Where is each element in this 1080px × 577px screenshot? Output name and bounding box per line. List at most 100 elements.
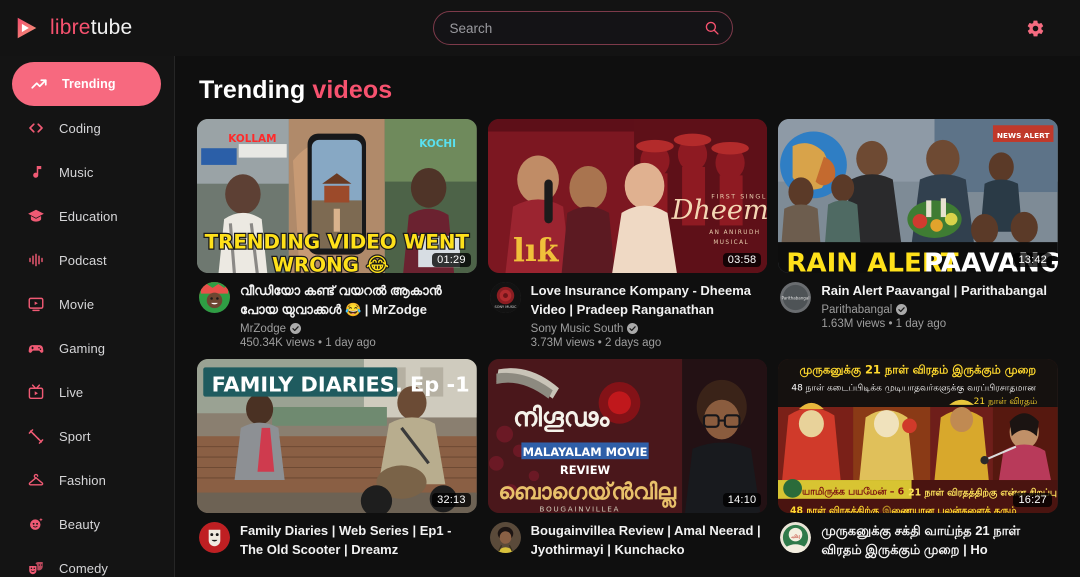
video-card[interactable]: யாமிருக்க பயமேன் – 6 முருகனுக்கு 21 நாள்…	[778, 358, 1058, 565]
video-title[interactable]: വീഡിയോ കണ്ട് വയറൽ ആകാൻ പോയ യുവാക്കൾ 😂 | …	[240, 282, 475, 320]
svg-text:முருகனுக்கு 21 நாள் விரதம் இரு: முருகனுக்கு 21 நாள் விரதம் இருக்கும் முற…	[800, 362, 1037, 378]
header-center	[175, 11, 990, 45]
sidebar-item-coding[interactable]: Coding	[9, 106, 165, 150]
svg-text:MALAYALAM MOVIE: MALAYALAM MOVIE	[522, 445, 647, 459]
brand-logo-area[interactable]: libretube	[0, 15, 175, 41]
channel-row[interactable]: MrZodge	[240, 323, 475, 335]
channel-name[interactable]: Parithabangal	[821, 304, 892, 316]
video-meta: Bougainvillea Review | Amal Neerad | Jyo…	[488, 513, 768, 565]
graduation-cap-icon	[27, 207, 45, 225]
video-card[interactable]: KOLLAM KOCHI TRENDING VIDEO WENT WRONG 😂…	[197, 119, 477, 349]
video-card[interactable]: നിഗൂഢം MALAYALAM MOVIE REVIEW ബൊഗെയ്ൻവില…	[487, 358, 768, 565]
channel-avatar[interactable]	[199, 521, 230, 553]
movie-screen-icon	[27, 295, 45, 313]
sidebar-item-label: Education	[59, 208, 118, 224]
sidebar-item-live[interactable]: Live	[9, 370, 165, 414]
sidebar-item-label: Gaming	[59, 340, 106, 356]
verified-badge-icon	[896, 304, 908, 316]
search-bar[interactable]	[432, 11, 733, 45]
thumbnail-image: നിഗൂഢം MALAYALAM MOVIE REVIEW ബൊഗെയ്ൻവില…	[487, 358, 768, 513]
video-text: முருகனுக்கு சக்தி வாய்ந்த 21 நாள் விரதம்…	[821, 522, 1056, 565]
video-text: Rain Alert Paavangal | Parithabangal Par…	[821, 282, 1056, 330]
video-title[interactable]: முருகனுக்கு சக்தி வாய்ந்த 21 நாள் விரதம்…	[821, 522, 1056, 560]
sidebar-item-movie[interactable]: Movie	[9, 282, 165, 326]
avatar-image	[199, 521, 230, 553]
channel-name[interactable]: MrZodge	[240, 323, 286, 335]
thumbnail-image: FAMILY DIARIES. Ep -1	[197, 358, 477, 513]
video-card[interactable]: FAMILY DIARIES. Ep -1 32:13 Family Diari…	[197, 358, 477, 565]
video-thumbnail[interactable]: யாமிருக்க பயமேன் – 6 முருகனுக்கு 21 நாள்…	[778, 358, 1058, 513]
channel-avatar[interactable]: Parithabangal	[780, 282, 812, 313]
svg-text:lıƙ: lıƙ	[513, 233, 560, 269]
verified-badge-icon	[627, 323, 639, 335]
video-title[interactable]: Family Diaries | Web Series | Ep1 - The …	[240, 522, 475, 560]
video-stats: 1.63M views • 1 day ago	[821, 317, 947, 330]
video-title[interactable]: Rain Alert Paavangal | Parithabangal	[821, 282, 1056, 301]
svg-text:யாமிருக்க பயமேன் – 6: யாமிருக்க பயமேன் – 6	[802, 486, 905, 497]
channel-avatar[interactable]	[199, 282, 230, 313]
channel-row[interactable]: Parithabangal	[821, 304, 1056, 316]
channel-name[interactable]: Sony Music South	[531, 323, 624, 335]
dumbbell-icon	[27, 427, 45, 445]
thumbnail-image: lıƙ Dheema FIRST SINGLE AN ANIRUDH MUSIC…	[487, 119, 768, 273]
video-thumbnail[interactable]: NEWS ALERT RAIN ALERT PAAVA 13:42	[778, 119, 1058, 273]
video-stats: 450.34K views • 1 day ago	[240, 336, 376, 349]
video-uploaded: 1 day ago	[325, 336, 376, 349]
avatar-image	[199, 282, 230, 313]
video-thumbnail[interactable]: FAMILY DIARIES. Ep -1 32:13	[197, 358, 477, 513]
svg-text:21 நாள் விரதம்: 21 நாள் விரதம்	[974, 397, 1038, 407]
svg-text:FIRST SINGLE: FIRST SINGLE	[711, 193, 767, 200]
video-grid: KOLLAM KOCHI TRENDING VIDEO WENT WRONG 😂…	[197, 119, 1058, 564]
avatar-image: SONY MUSIC	[489, 282, 521, 313]
svg-text:KOCHI: KOCHI	[419, 138, 456, 150]
sidebar-item-education[interactable]: Education	[9, 194, 165, 238]
video-meta: அ முருகனுக்கு சக்தி வாய்ந்த 21 நாள் விரத…	[778, 513, 1058, 565]
video-thumbnail[interactable]: KOLLAM KOCHI TRENDING VIDEO WENT WRONG 😂…	[197, 119, 477, 273]
video-text: Love Insurance Kompany - Dheema Video | …	[531, 282, 766, 349]
video-duration: 03:58	[722, 253, 762, 267]
avatar-image: Parithabangal	[780, 282, 812, 313]
sidebar-item-music[interactable]: Music	[9, 150, 165, 194]
sidebar-nav[interactable]: Trending Coding Music Education Podcast …	[0, 56, 175, 577]
search-input[interactable]	[449, 20, 704, 36]
sidebar-item-gaming[interactable]: Gaming	[9, 326, 165, 370]
gear-icon[interactable]	[1026, 19, 1045, 38]
channel-avatar[interactable]	[489, 521, 521, 553]
sidebar-item-podcast[interactable]: Podcast	[9, 238, 165, 282]
podcast-waveform-icon	[27, 251, 45, 269]
search-icon[interactable]	[704, 20, 720, 36]
thumbnail-image: KOLLAM KOCHI TRENDING VIDEO WENT WRONG 😂	[197, 119, 477, 273]
svg-text:TRENDING VIDEO WENT: TRENDING VIDEO WENT	[205, 230, 470, 253]
channel-row[interactable]: Sony Music South	[531, 323, 766, 335]
verified-badge-icon	[290, 323, 302, 335]
channel-avatar[interactable]: அ	[780, 521, 812, 553]
svg-text:NEWS ALERT: NEWS ALERT	[997, 131, 1050, 140]
video-duration: 13:42	[1013, 253, 1052, 267]
sidebar-item-sport[interactable]: Sport	[9, 414, 165, 458]
channel-avatar[interactable]: SONY MUSIC	[489, 282, 521, 313]
video-card[interactable]: lıƙ Dheema FIRST SINGLE AN ANIRUDH MUSIC…	[487, 119, 768, 349]
video-meta: വീഡിയോ കണ്ട് വയറൽ ആകാൻ പോയ യുവാക്കൾ 😂 | …	[197, 273, 477, 349]
sidebar-item-fashion[interactable]: Fashion	[9, 458, 165, 502]
header-right	[990, 19, 1080, 38]
live-tv-icon	[27, 383, 45, 401]
sidebar-item-comedy[interactable]: Comedy	[9, 546, 165, 577]
sidebar-item-beauty[interactable]: Beauty	[9, 502, 165, 546]
video-title[interactable]: Bougainvillea Review | Amal Neerad | Jyo…	[531, 522, 766, 560]
brand-name-second: tube	[90, 16, 133, 39]
video-thumbnail[interactable]: lıƙ Dheema FIRST SINGLE AN ANIRUDH MUSIC…	[487, 119, 768, 273]
brand-name-first: libre	[50, 16, 91, 39]
sidebar-item-label: Coding	[59, 120, 101, 136]
svg-text:SONY MUSIC: SONY MUSIC	[494, 305, 517, 309]
sidebar-item-label: Trending	[62, 77, 116, 91]
sidebar-item-label: Music	[59, 164, 94, 180]
video-text: വീഡിയോ കണ്ട് വയറൽ ആകാൻ പോയ യുവാക്കൾ 😂 | …	[240, 282, 475, 349]
sidebar-item-trending[interactable]: Trending	[12, 62, 161, 106]
video-title[interactable]: Love Insurance Kompany - Dheema Video | …	[531, 282, 766, 320]
main-content: Trending videos KOLLAM KOCHI TRENDING VI…	[175, 56, 1080, 577]
page-title-second: videos	[312, 76, 393, 104]
video-card[interactable]: NEWS ALERT RAIN ALERT PAAVA 13:42 Parith…	[778, 119, 1058, 349]
video-thumbnail[interactable]: നിഗൂഢം MALAYALAM MOVIE REVIEW ബൊഗെയ്ൻവില…	[487, 358, 768, 513]
svg-text:48 நாள் விரதத்திற்கு இணையான பல: 48 நாள் விரதத்திற்கு இணையான பலன்களைத் தர…	[790, 505, 1016, 513]
brand-name: libretube	[50, 16, 132, 40]
